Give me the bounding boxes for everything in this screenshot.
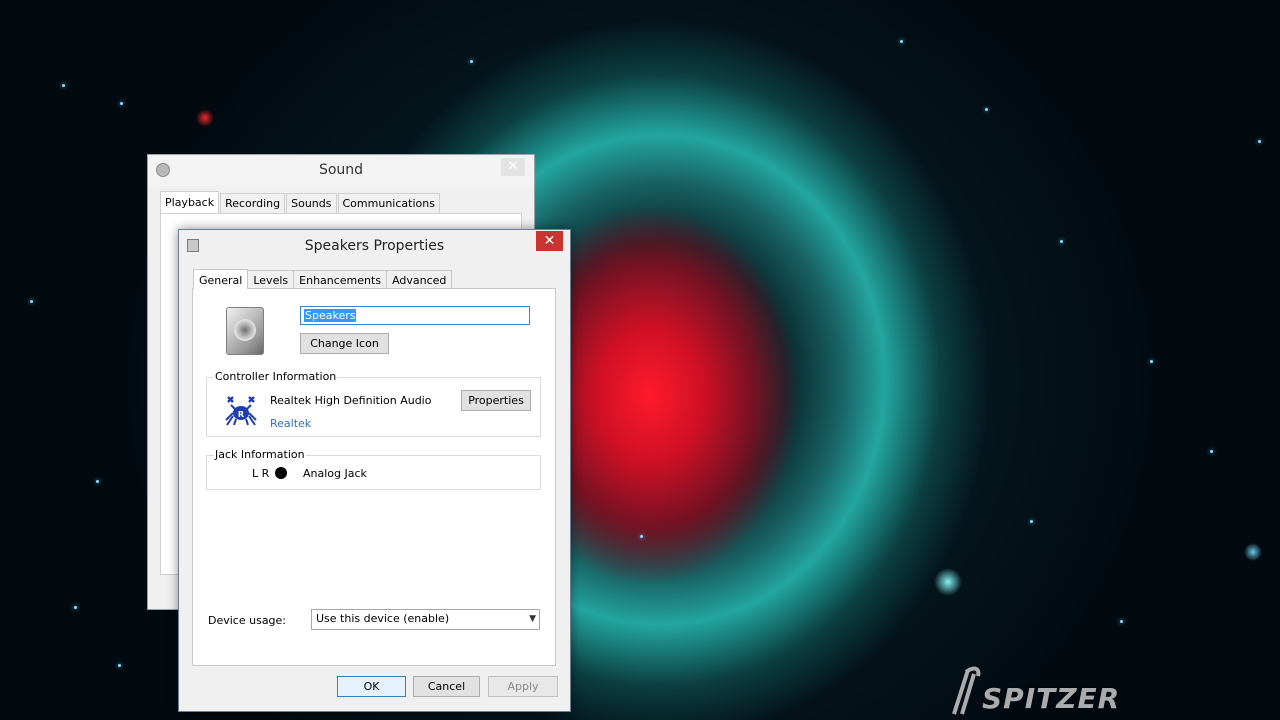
spitzer-watermark: SPITZER — [940, 664, 1120, 716]
star — [62, 84, 65, 87]
controller-information-title: Controller Information — [214, 370, 338, 383]
sound-close-button[interactable]: ✕ — [501, 158, 525, 176]
realtek-vendor-link[interactable]: Realtek — [270, 417, 311, 430]
star — [120, 102, 123, 105]
device-name-input[interactable]: Speakers — [300, 306, 530, 325]
change-icon-button[interactable]: Change Icon — [300, 333, 389, 354]
device-usage-select[interactable]: Use this device (enable) ▼ — [311, 609, 540, 630]
jack-information-title: Jack Information — [214, 448, 306, 461]
tab-communications[interactable]: Communications — [337, 193, 440, 213]
star — [640, 535, 643, 538]
device-usage-label: Device usage: — [208, 614, 287, 627]
watermark-text: SPITZER — [982, 682, 1121, 715]
controller-name: Realtek High Definition Audio — [270, 394, 432, 407]
speakers-properties-titlebar[interactable]: Speakers Properties ✕ — [179, 230, 570, 260]
tab-levels[interactable]: Levels — [247, 270, 295, 289]
star — [1060, 240, 1063, 243]
speakers-properties-close-button[interactable]: ✕ — [536, 231, 563, 251]
jack-type: Analog Jack — [303, 467, 367, 480]
star — [985, 108, 988, 111]
tab-advanced[interactable]: Advanced — [386, 270, 453, 289]
star — [470, 60, 473, 63]
device-name-selected-text: Speakers — [304, 309, 357, 322]
jack-information-group: Jack Information L R Analog Jack — [206, 448, 541, 490]
sound-window-title: Sound — [318, 162, 364, 178]
star — [1150, 360, 1153, 363]
realtek-crab-icon: R — [225, 396, 257, 426]
star — [118, 664, 121, 667]
speakers-properties-window: Speakers Properties ✕ General Levels Enh… — [178, 229, 571, 712]
svg-text:R: R — [238, 410, 244, 419]
star — [1120, 620, 1123, 623]
chevron-down-icon: ▼ — [529, 614, 536, 624]
jack-channels: L R — [252, 467, 270, 480]
tab-general[interactable]: General — [193, 269, 249, 289]
star — [900, 40, 903, 43]
star — [96, 480, 99, 483]
device-usage-selected: Use this device (enable) — [316, 612, 450, 625]
star — [1210, 450, 1213, 453]
speakers-properties-title: Speakers Properties — [304, 238, 445, 254]
apply-button[interactable]: Apply — [488, 676, 558, 697]
speaker-icon — [226, 307, 264, 355]
ok-button[interactable]: OK — [337, 676, 406, 697]
star — [1258, 140, 1261, 143]
controller-information-group: Controller Information R Realtek High De… — [206, 370, 541, 437]
jack-color-icon — [275, 467, 287, 479]
properties-tabs: General Levels Enhancements Advanced — [193, 269, 453, 289]
cancel-button[interactable]: Cancel — [413, 676, 480, 697]
speaker-cone-icon — [234, 319, 256, 341]
tab-playback[interactable]: Playback — [160, 191, 220, 213]
sound-tabs: Playback Recording Sounds Communications — [160, 191, 441, 213]
tab-sounds[interactable]: Sounds — [286, 193, 337, 213]
sound-titlebar[interactable]: Sound ✕ — [148, 155, 534, 186]
tab-recording[interactable]: Recording — [220, 193, 286, 213]
controller-properties-button[interactable]: Properties — [461, 390, 531, 411]
star — [74, 606, 77, 609]
tab-enhancements[interactable]: Enhancements — [293, 270, 388, 289]
star — [1030, 520, 1033, 523]
star — [30, 300, 33, 303]
